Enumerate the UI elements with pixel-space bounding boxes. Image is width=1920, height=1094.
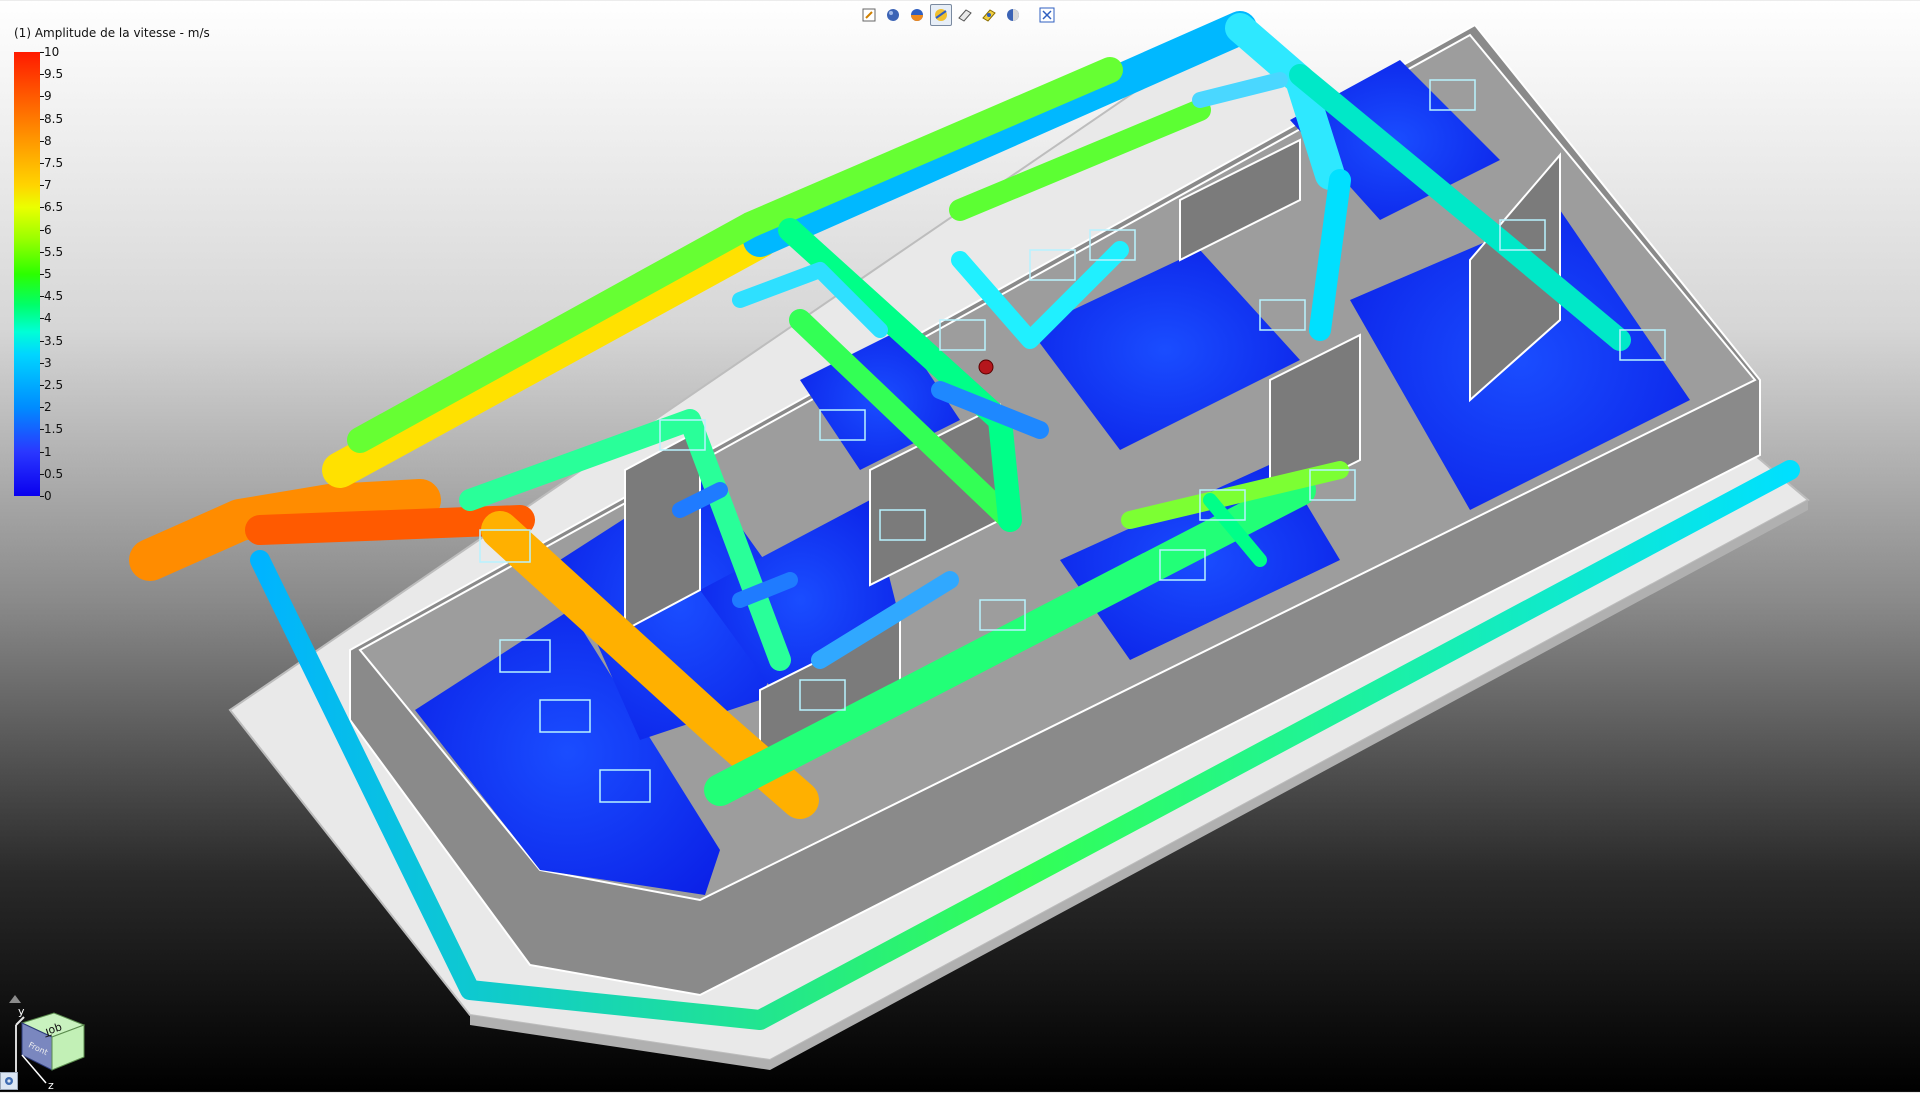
probe-marker[interactable] bbox=[978, 359, 994, 375]
axis-label-z: z bbox=[48, 1079, 54, 1090]
legend-ticks: 10 9.5 9 8.5 8 7.5 7 6.5 6 5.5 5 4.5 4 3.5 3 2.5 2 1.5 1 0.… bbox=[39, 46, 104, 502]
display-mode-icon[interactable] bbox=[1002, 4, 1024, 26]
shaded-icon[interactable] bbox=[882, 4, 904, 26]
fit-view-icon[interactable] bbox=[1036, 4, 1058, 26]
legend-tick-label: 8.5 bbox=[39, 111, 64, 126]
legend-tick-label: 9.5 bbox=[39, 67, 64, 82]
legend-tick-label: 5 bbox=[40, 267, 52, 281]
edit-icon[interactable] bbox=[858, 4, 880, 26]
colored-shaded-icon[interactable] bbox=[906, 4, 928, 26]
legend-tick-label: 7.5 bbox=[39, 156, 64, 170]
section-plane-icon[interactable] bbox=[954, 4, 976, 26]
legend-tick-label: 3.5 bbox=[39, 333, 64, 348]
legend-tick-label: 10 bbox=[39, 45, 60, 59]
legend-tick-label: 9 bbox=[40, 89, 52, 104]
home-view-icon[interactable] bbox=[9, 995, 21, 1003]
legend-tick-label: 1.5 bbox=[39, 422, 64, 437]
legend-tick-label: 2.5 bbox=[39, 378, 64, 392]
legend-tick-label: 6.5 bbox=[39, 200, 64, 215]
legend-tick-label: 8 bbox=[40, 133, 52, 148]
legend-tick-label: 1 bbox=[40, 444, 52, 459]
color-legend: (1) Amplitude de la vitesse - m/s 10 9.5 9… bbox=[14, 26, 210, 502]
legend-tick-label: 3 bbox=[40, 355, 52, 370]
legend-tick-label: 6 bbox=[40, 222, 52, 237]
view-options-button[interactable] bbox=[0, 1072, 18, 1090]
result-overlay-icon[interactable] bbox=[930, 4, 952, 26]
legend-tick-label: 5.5 bbox=[39, 244, 64, 259]
legend-tick-label: 0.5 bbox=[39, 466, 64, 481]
legend-tick-label: 2 bbox=[40, 400, 52, 415]
axis-label-y: y bbox=[18, 1005, 25, 1018]
legend-colorbar bbox=[14, 52, 40, 496]
legend-tick-label: 4 bbox=[40, 311, 52, 326]
view-toolbar bbox=[858, 2, 1058, 28]
iso-surface-icon[interactable] bbox=[978, 4, 1000, 26]
legend-tick-label: 7 bbox=[40, 178, 52, 193]
navigation-cube[interactable]: Top Front y z bbox=[6, 985, 96, 1092]
legend-tick-label: 4.5 bbox=[39, 289, 64, 304]
legend-tick-label: 0 bbox=[40, 489, 52, 503]
simulation-3d-view[interactable] bbox=[0, 0, 1920, 1092]
legend-title: (1) Amplitude de la vitesse - m/s bbox=[14, 26, 210, 40]
